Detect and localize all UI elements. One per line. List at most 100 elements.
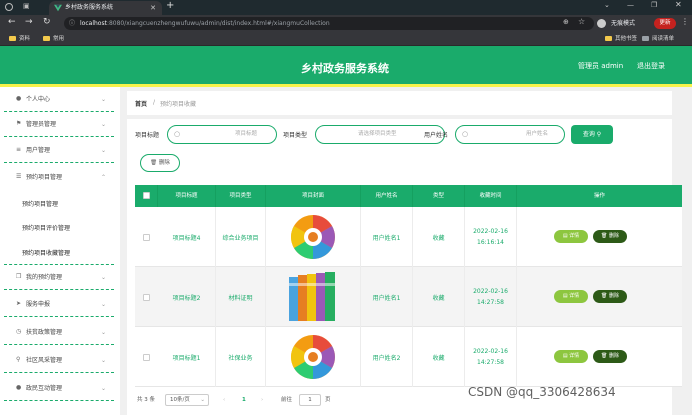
sidebar-item-label: 服务申报 — [26, 301, 51, 308]
close-tab-icon[interactable]: ✕ — [150, 1, 156, 15]
breadcrumb-home[interactable]: 首页 — [135, 99, 147, 108]
sidebar-item-label: 政民互动管理 — [26, 385, 63, 392]
minimize-icon[interactable]: — — [627, 1, 634, 9]
sidebar-item-community[interactable]: ⚲ 社区风采管理 ⌄ — [4, 348, 114, 373]
cell-time: 2022-02-16 16:16:14 — [465, 207, 517, 267]
time-clock: 16:16:14 — [477, 239, 504, 246]
sidebar-item-label: 管理员管理 — [26, 121, 57, 128]
back-icon[interactable]: ← — [8, 17, 16, 27]
zoom-icon[interactable]: ⊕ — [563, 18, 569, 26]
restore-icon[interactable]: ❐ — [651, 1, 657, 9]
user-icon: ● — [16, 95, 22, 102]
logout-link[interactable]: 退出登录 — [637, 61, 665, 71]
select-all-checkbox[interactable] — [143, 192, 150, 199]
bookmark-label: 资料 — [19, 36, 31, 42]
prev-page-icon[interactable]: ‹ — [223, 393, 225, 407]
sidebar-item-my-appointments[interactable]: ❐ 我的预约管理 ⌄ — [4, 265, 114, 290]
chevron-down-icon: ⌄ — [100, 301, 106, 308]
more-icon[interactable]: ⋮ — [681, 17, 689, 26]
query-button[interactable]: 查询 ⚲ — [571, 125, 613, 144]
flag-icon: ⚑ — [16, 120, 22, 127]
bookmark-folder[interactable]: 资料 — [9, 32, 30, 46]
reload-icon[interactable]: ↻ — [43, 17, 51, 27]
sidebar-subitem[interactable]: 预约项目管理 — [22, 199, 58, 208]
batch-delete-button[interactable]: 🗑 删除 — [140, 154, 180, 172]
reading-list[interactable]: 阅读清单 — [642, 32, 674, 46]
copy-icon: ❐ — [16, 273, 22, 280]
bookmark-folder[interactable]: 其他书签 — [605, 32, 637, 46]
main-content: 首页 / 预约项目收藏 项目标题 ○ 项目标题 项目类型 请选择项目类型 ⌄ 用… — [127, 87, 682, 415]
sidebar-item-profile[interactable]: ● 个人中心 ⌄ — [4, 87, 114, 112]
delete-button[interactable]: 🗑 删除 — [593, 350, 627, 363]
cell-cover — [266, 267, 361, 327]
breadcrumb: 首页 / 预约项目收藏 — [127, 91, 672, 115]
folder-icon — [605, 36, 612, 41]
row-checkbox[interactable] — [143, 234, 150, 241]
select-all-header — [135, 185, 158, 207]
time-date: 2022-02-16 — [473, 288, 508, 295]
page-number-active[interactable]: 1 — [242, 393, 246, 407]
user-search-input[interactable]: ○ 用户姓名 — [455, 125, 565, 144]
chevron-down-icon: ⌄ — [200, 397, 205, 403]
update-button[interactable]: 更新 — [654, 18, 676, 29]
sidebar-subitem[interactable]: 预约项目评价管理 — [22, 223, 70, 232]
sidebar-item-policy[interactable]: ◷ 扶贫政策管理 ⌄ — [4, 320, 114, 345]
bookmark-folder[interactable]: 常用 — [43, 32, 64, 46]
bookmark-label: 常用 — [53, 36, 65, 42]
row-checkbox[interactable] — [143, 354, 150, 361]
sidebar-item-users[interactable]: ≡ 用户管理 ⌄ — [4, 138, 114, 163]
row-checkbox[interactable] — [143, 294, 150, 301]
detail-button[interactable]: ▤ 详情 — [554, 350, 588, 363]
sidebar-item-projects[interactable]: ☰ 预约项目管理 ⌃ — [4, 165, 114, 190]
forward-icon[interactable]: → — [25, 17, 33, 27]
address-bar[interactable]: ⓘ localhost:8080/xiangcuenzhengwufuwu/ad… — [64, 17, 594, 30]
detail-button[interactable]: ▤ 详情 — [554, 230, 588, 243]
delete-label: 删除 — [158, 160, 170, 166]
sidebar-item-label: 扶贫政策管理 — [26, 329, 63, 336]
title-placeholder: 项目标题 — [235, 131, 258, 137]
time-date: 2022-02-16 — [473, 228, 508, 235]
delete-label: 删除 — [608, 293, 619, 299]
cell-title: 项目标题2 — [158, 267, 216, 327]
close-window-icon[interactable]: ✕ — [675, 0, 682, 9]
delete-button[interactable]: 🗑 删除 — [593, 230, 627, 243]
goto-page-input[interactable]: 1 — [299, 394, 321, 406]
profile-icon[interactable] — [597, 19, 606, 28]
next-page-icon[interactable]: › — [261, 393, 263, 407]
sidebar-item-label: 社区风采管理 — [26, 357, 63, 364]
sidebar-item-interaction[interactable]: ● 政民互动管理 ⌄ — [4, 376, 114, 401]
csdn-watermark: CSDN @qq_3306428634 — [468, 385, 616, 399]
cell-user: 用户姓名1 — [361, 207, 413, 267]
sidebar-item-service[interactable]: ➤ 服务申报 ⌄ — [4, 292, 114, 317]
app-title: 乡村政务服务系统 — [301, 62, 389, 75]
chevron-down-icon: ⌄ — [100, 329, 106, 336]
cover-image — [289, 272, 335, 321]
sidebar-subitem-active[interactable]: 预约项目收藏管理 — [22, 248, 70, 257]
delete-label: 删除 — [608, 353, 619, 359]
new-tab-icon[interactable]: + — [166, 0, 174, 11]
browser-tab[interactable]: 乡村政务服务系统 ✕ — [49, 1, 162, 15]
delete-button[interactable]: 🗑 删除 — [593, 290, 627, 303]
chevron-down-icon: ⌄ — [100, 121, 106, 128]
page-size-value: 10条/页 — [170, 397, 190, 403]
tab-list-icon[interactable]: ▣ — [23, 2, 30, 10]
data-table: 项目标题 项目类型 项目封面 用户姓名 类型 收藏时间 操作 项目标题4 综合业… — [135, 185, 682, 387]
type-placeholder: 请选择项目类型 — [358, 131, 397, 137]
column-header: 操作 — [517, 185, 682, 207]
cell-kind: 收藏 — [413, 207, 465, 267]
browser-menu-icon[interactable] — [5, 3, 13, 11]
url-path: :8080/xiangcuenzhengwufuwu/admin/dist/in… — [106, 20, 330, 27]
detail-button[interactable]: ▤ 详情 — [554, 290, 588, 303]
user-icon: ● — [16, 384, 22, 391]
query-label: 查询 — [582, 131, 595, 138]
reading-list-icon — [642, 36, 649, 41]
title-search-input[interactable]: ○ 项目标题 — [167, 125, 277, 144]
incognito-label: 无痕模式 — [611, 20, 636, 27]
column-header: 项目标题 — [158, 185, 216, 207]
info-icon: ⓘ — [69, 20, 76, 27]
sidebar-item-admins[interactable]: ⚑ 管理员管理 ⌄ — [4, 112, 114, 137]
time-clock: 14:27:58 — [477, 359, 504, 366]
star-icon[interactable]: ☆ — [578, 17, 585, 26]
page-size-select[interactable]: 10条/页 ⌄ — [165, 394, 209, 406]
chevron-down-icon[interactable]: ⌄ — [604, 1, 610, 9]
